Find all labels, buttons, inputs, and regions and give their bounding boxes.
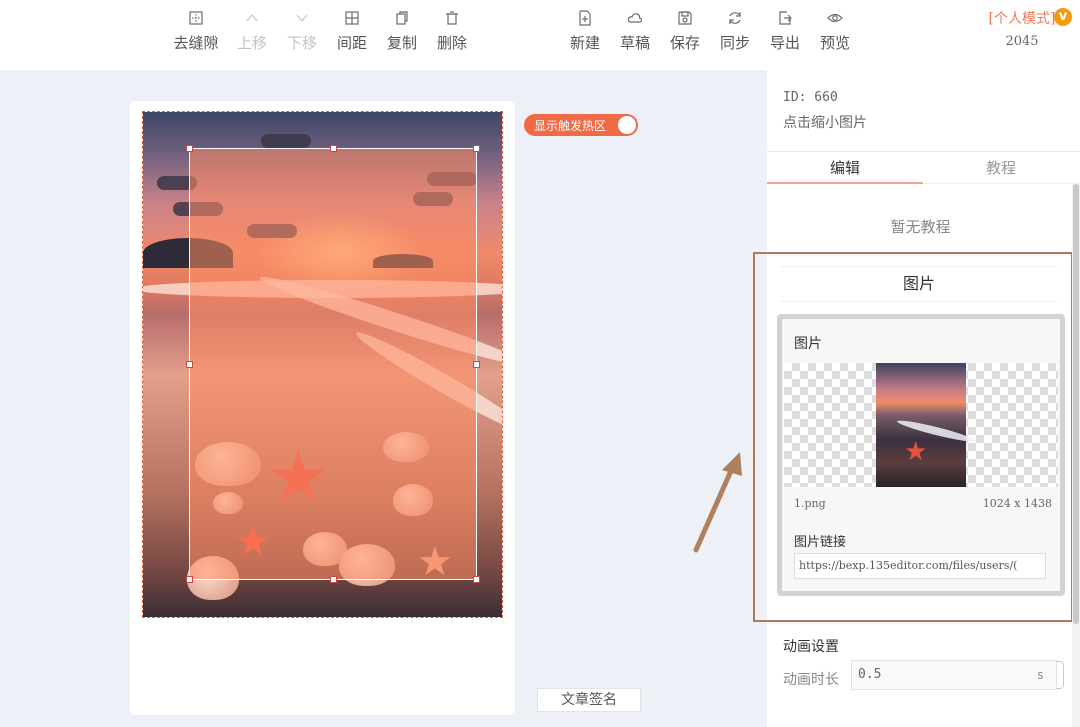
sync-icon [729,12,741,24]
preview-label: 预览 [819,34,850,52]
new-button[interactable]: 新建 [557,10,613,53]
spacing-button[interactable]: 间距 [324,10,380,53]
duration-stepper[interactable] [1056,661,1064,689]
tab-tutorial[interactable]: 教程 [923,152,1079,184]
show-hotzone-label: 显示触发热区 [534,118,607,133]
export-icon [779,11,792,25]
remove-gap-button[interactable]: 去缝隙 [168,10,224,53]
new-label: 新建 [569,34,600,52]
animation-duration-value: 0.5 [858,667,882,682]
delete-button[interactable]: 删除 [424,10,480,53]
duration-unit: s [1036,668,1044,682]
image-preview-area[interactable]: ★ [784,363,1058,487]
image-dimensions: 1024 x 1438 [982,497,1052,510]
animation-duration-input[interactable]: 0.5 s [851,660,1064,690]
image-settings-card: 图片 ★ 1.png 1024 x 1438 图片链接 https://bexp… [777,314,1065,596]
hotzone-overlay[interactable] [186,145,480,583]
image-section-title: 图片 [781,266,1057,302]
copy-button[interactable]: 复制 [374,10,430,53]
save-label: 保存 [669,34,700,52]
spacing-icon [345,11,359,25]
remove-gap-label: 去缝隙 [173,34,219,52]
new-file-icon [579,10,591,26]
image-link-label: 图片链接 [794,535,847,550]
cloud-icon [627,13,643,23]
panel-header: ID: 660 点击缩小图片 [767,70,1080,152]
mode-year: 2045 [1005,34,1039,49]
draft-button[interactable]: 草稿 [607,10,663,53]
panel-tabs: 编辑 教程 [767,152,1080,184]
trash-icon [446,11,458,25]
resize-handle[interactable] [186,145,193,152]
sync-button[interactable]: 同步 [707,10,763,53]
resize-handle[interactable] [186,361,193,368]
image-thumbnail: ★ [876,363,976,487]
export-button[interactable]: 导出 [757,10,813,53]
file-name: 1.png [794,497,826,510]
resize-handle[interactable] [473,576,480,583]
top-toolbar: 去缝隙 上移 下移 间距 复制 删除 新建 草稿 保存 同步 导出 预览 [个人… [0,0,1080,70]
show-hotzone-toggle[interactable]: 显示触发热区 [524,114,638,136]
move-up-button[interactable]: 上移 [224,10,280,53]
delete-label: 删除 [436,34,467,52]
move-up-label: 上移 [236,34,267,52]
resize-handle[interactable] [186,576,193,583]
tab-edit[interactable]: 编辑 [767,152,923,184]
save-button[interactable]: 保存 [657,10,713,53]
move-down-button[interactable]: 下移 [274,10,330,53]
move-down-label: 下移 [286,34,317,52]
copy-icon [396,11,408,25]
block-id: ID: 660 [783,90,838,105]
panel-scrollbar-thumb[interactable] [1073,184,1079,624]
chevron-down-icon [296,14,308,22]
article-signature-button[interactable]: 文章签名 [537,688,641,712]
export-label: 导出 [769,34,800,52]
editor-canvas: ★ ★ ★ [130,101,515,715]
eye-icon [827,13,843,23]
shrink-image-hint[interactable]: 点击缩小图片 [783,112,867,132]
image-label: 图片 [794,336,822,352]
toggle-knob [618,116,636,134]
personal-mode-switch[interactable]: [个人模式] 2045 v [972,8,1072,49]
draft-label: 草稿 [619,34,650,52]
animation-duration-label: 动画时长 [783,672,839,688]
vip-badge-icon: v [1054,8,1072,26]
spacing-label: 间距 [336,34,367,52]
resize-handle[interactable] [330,576,337,583]
copy-label: 复制 [386,34,417,52]
resize-handle[interactable] [330,145,337,152]
selected-image-block[interactable]: ★ ★ ★ [142,111,503,618]
save-icon [678,11,692,25]
resize-handle[interactable] [473,145,480,152]
no-tutorial-text: 暂无教程 [890,218,951,236]
gap-icon [189,11,203,25]
right-panel: ID: 660 点击缩小图片 编辑 教程 暂无教程 图片 图片 ★ 1.png … [753,70,1080,727]
sync-label: 同步 [719,34,750,52]
resize-handle[interactable] [473,361,480,368]
preview-button[interactable]: 预览 [807,10,863,53]
chevron-up-icon [246,14,258,22]
animation-settings-title: 动画设置 [783,639,839,655]
image-link-input[interactable]: https://bexp.135editor.com/files/users/( [794,553,1046,579]
